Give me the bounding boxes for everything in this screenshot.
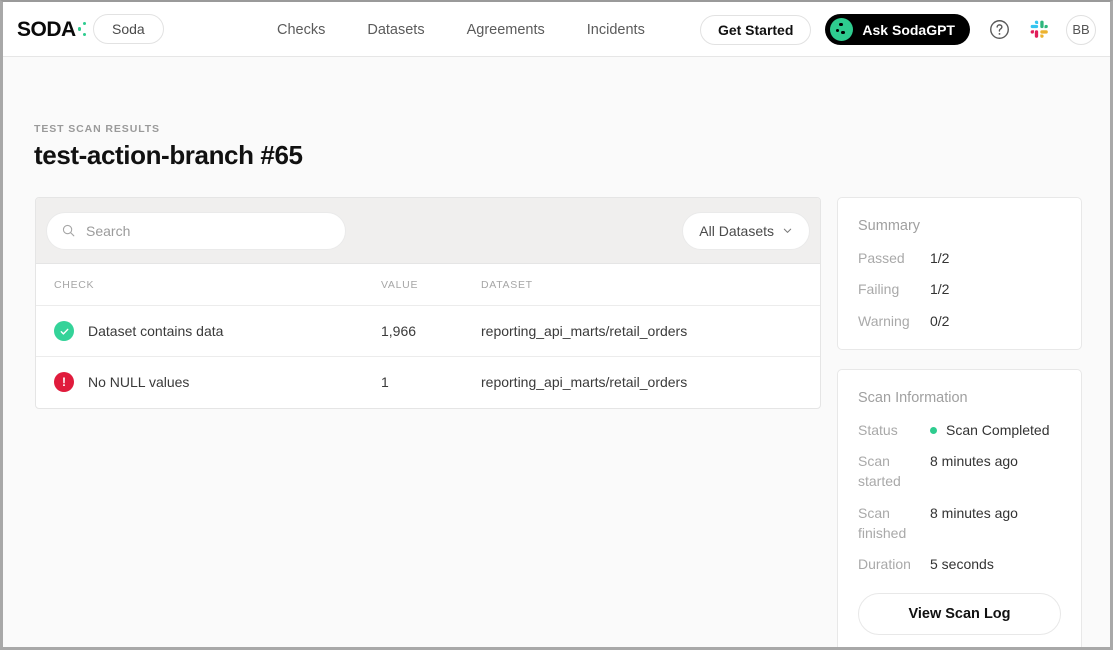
checks-table: CHECK VALUE DATASET Dataset contains dat…	[36, 264, 820, 408]
cell-check: Dataset contains data	[36, 305, 381, 357]
nav-item-incidents[interactable]: Incidents	[587, 22, 645, 38]
scan-row-duration: Duration 5 seconds	[858, 554, 1061, 574]
view-scan-log-button[interactable]: View Scan Log	[858, 592, 1061, 635]
get-started-label: Get Started	[717, 21, 794, 38]
ask-sodagpt-label: Ask SodaGPT	[862, 21, 955, 38]
scan-value-duration: 5 seconds	[930, 556, 994, 573]
checks-table-body: Dataset contains data 1,966 reporting_ap…	[36, 305, 820, 408]
get-started-button[interactable]: Get Started	[699, 14, 812, 45]
org-selector-pill[interactable]: Soda	[93, 14, 164, 44]
scan-label-duration: Duration	[858, 556, 911, 573]
soda-logo[interactable]: SODA	[17, 18, 90, 42]
check-name: Dataset contains data	[88, 323, 224, 339]
question-mark-circle-icon	[989, 20, 1009, 39]
search-box[interactable]	[46, 211, 346, 250]
scan-label-status: Status	[858, 421, 898, 438]
table-header-row: CHECK VALUE DATASET	[36, 264, 820, 306]
summary-label-passed: Passed	[858, 250, 905, 266]
slack-button[interactable]	[1026, 17, 1052, 43]
summary-card: Summary Passed 1/2 Failing 1/2 Warning 0…	[837, 197, 1082, 350]
summary-row-passed: Passed 1/2	[858, 248, 1061, 268]
summary-row-failing: Failing 1/2	[858, 279, 1061, 299]
search-input[interactable]	[86, 222, 306, 239]
check-circle-icon	[54, 321, 74, 341]
summary-label-failing: Failing	[858, 281, 900, 298]
chevron-down-icon	[783, 228, 792, 233]
cell-value: 1,966	[381, 305, 481, 357]
cell-check: ! No NULL values	[36, 357, 381, 408]
top-navigation-bar: SODA Soda Checks Datasets Agreements Inc…	[3, 2, 1110, 57]
status-badge: Scan Completed	[930, 420, 1050, 440]
scan-label-started: Scan started	[858, 453, 901, 490]
checks-panel: All Datasets CHECK VALUE DATASET	[35, 197, 821, 409]
soda-logo-text: SODA	[17, 18, 76, 41]
column-header-dataset: DATASET	[481, 264, 820, 306]
nav-item-agreements[interactable]: Agreements	[467, 22, 545, 38]
summary-label-warning: Warning	[858, 312, 910, 329]
scan-information-card: Scan Information Status Scan Completed S…	[837, 368, 1082, 647]
scan-row-finished: Scan finished 8 minutes ago	[858, 503, 1061, 544]
checks-table-head: CHECK VALUE DATASET	[36, 264, 820, 306]
nav-actions: Get Started Ask SodaGPT BB	[699, 2, 1096, 57]
scan-information-title: Scan Information	[858, 389, 968, 406]
summary-value-warning: 0/2	[930, 312, 950, 329]
scan-label-finished: Scan finished	[858, 504, 907, 542]
avatar-initials: BB	[1072, 22, 1090, 37]
scan-value-started: 8 minutes ago	[930, 453, 1018, 470]
column-header-value: VALUE	[381, 264, 481, 306]
nav-item-datasets[interactable]: Datasets	[367, 22, 424, 38]
search-icon	[61, 223, 76, 238]
cell-dataset: reporting_api_marts/retail_orders	[481, 305, 820, 357]
summary-value-failing: 1/2	[930, 281, 950, 298]
scan-row-started: Scan started 8 minutes ago	[858, 451, 1061, 492]
ask-sodagpt-button[interactable]: Ask SodaGPT	[825, 14, 970, 45]
status-value: Scan Completed	[946, 421, 1050, 438]
user-avatar[interactable]: BB	[1066, 14, 1096, 45]
dataset-filter-label: All Datasets	[699, 222, 774, 239]
sodagpt-orb-icon	[830, 18, 854, 41]
cell-dataset: reporting_api_marts/retail_orders	[481, 374, 688, 391]
filter-bar: All Datasets	[36, 198, 820, 264]
table-row[interactable]: Dataset contains data 1,966 reporting_ap…	[36, 305, 820, 357]
breadcrumb-eyebrow: TEST SCAN RESULTS	[34, 123, 160, 135]
app-window: SODA Soda Checks Datasets Agreements Inc…	[0, 0, 1113, 650]
summary-row-warning: Warning 0/2	[858, 311, 1061, 331]
primary-nav: Checks Datasets Agreements Incidents	[277, 2, 645, 57]
status-dot-icon	[930, 426, 937, 434]
org-selector-label: Soda	[112, 21, 145, 37]
right-sidebar: Summary Passed 1/2 Failing 1/2 Warning 0…	[837, 197, 1082, 647]
help-button[interactable]	[986, 17, 1012, 43]
scan-value-finished: 8 minutes ago	[930, 504, 1018, 521]
column-header-check: CHECK	[36, 264, 381, 306]
soda-logo-dots-icon	[77, 21, 90, 39]
summary-value-passed: 1/2	[930, 250, 950, 266]
slack-icon	[1030, 20, 1048, 38]
table-row[interactable]: ! No NULL values 1 reporting_api_marts/r…	[36, 357, 820, 408]
page-title: test-action-branch #65	[34, 140, 303, 170]
summary-title: Summary	[858, 218, 921, 234]
dataset-filter-dropdown[interactable]: All Datasets	[682, 211, 810, 250]
check-name: No NULL values	[88, 374, 190, 391]
cell-value: 1	[381, 374, 389, 391]
scan-row-status: Status Scan Completed	[858, 420, 1061, 440]
error-circle-icon: !	[54, 372, 74, 393]
nav-item-checks[interactable]: Checks	[277, 22, 325, 38]
